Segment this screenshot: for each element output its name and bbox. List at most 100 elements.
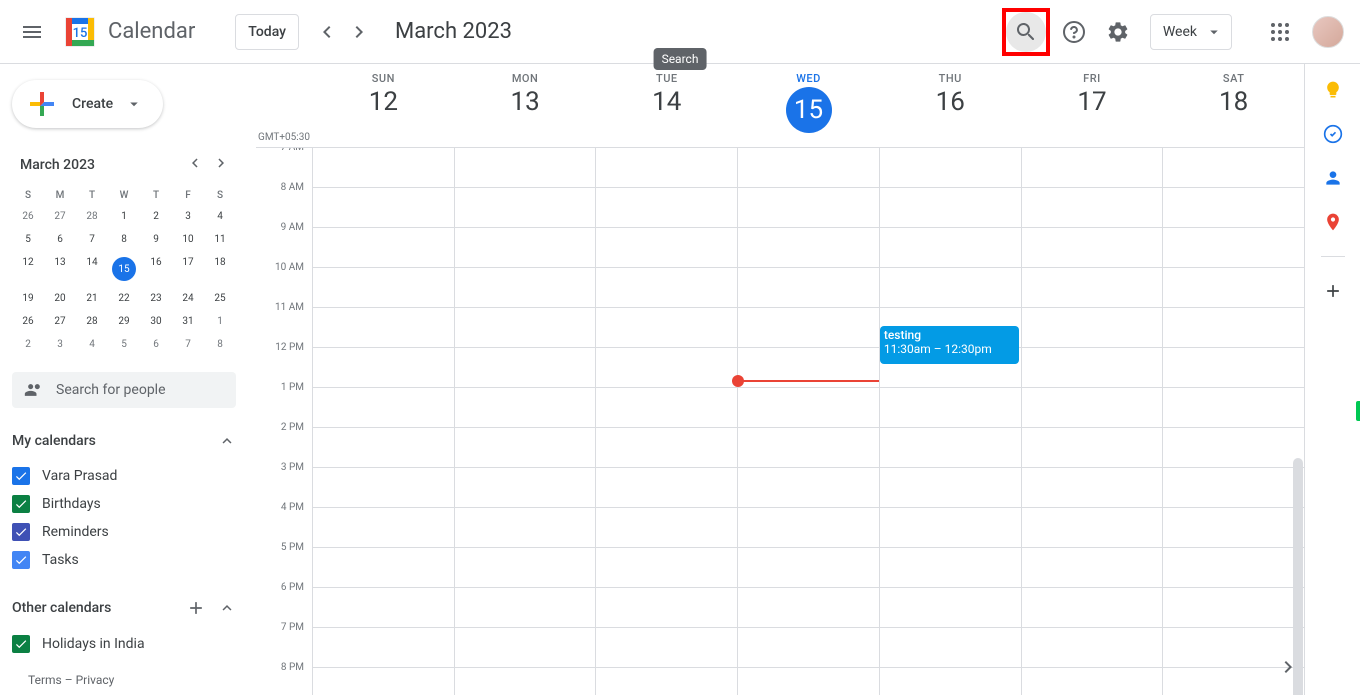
hour-cell[interactable] [313,348,454,388]
hour-cell[interactable] [313,428,454,468]
mini-cal-prev[interactable] [184,152,206,178]
mini-cal-day[interactable]: 3 [44,333,76,356]
today-button[interactable]: Today [235,14,299,50]
mini-cal-day[interactable]: 2 [12,333,44,356]
my-calendars-toggle[interactable]: My calendars [12,428,236,454]
search-button-highlighted[interactable]: Search [1002,8,1050,56]
hour-cell[interactable] [1022,268,1163,308]
day-header[interactable]: FRI17 [1021,64,1163,147]
mini-cal-day[interactable]: 8 [108,228,140,251]
mini-cal-day[interactable]: 11 [204,228,236,251]
hour-cell[interactable] [455,268,596,308]
hour-cell[interactable] [738,388,879,428]
next-period-button[interactable] [343,16,375,48]
calendar-item[interactable]: Holidays in India [12,630,236,658]
tasks-icon[interactable] [1323,124,1343,144]
day-column[interactable] [454,148,596,695]
hour-cell[interactable] [880,268,1021,308]
calendar-item[interactable]: Vara Prasad [12,462,236,490]
hour-cell[interactable] [738,588,879,628]
hour-cell[interactable] [596,308,737,348]
calendar-checkbox[interactable] [12,523,30,541]
day-column[interactable] [1021,148,1163,695]
mini-cal-day[interactable]: 20 [44,287,76,310]
mini-cal-day[interactable]: 28 [76,310,108,333]
calendar-checkbox[interactable] [12,495,30,513]
hour-cell[interactable] [1022,468,1163,508]
mini-cal-day[interactable]: 14 [76,251,108,287]
day-header[interactable]: SAT18 [1162,64,1304,147]
calendar-item[interactable]: Tasks [12,546,236,574]
hour-cell[interactable] [313,628,454,668]
day-column[interactable] [312,148,454,695]
hour-cell[interactable] [596,508,737,548]
mini-cal-day[interactable]: 4 [76,333,108,356]
mini-cal-day[interactable]: 6 [44,228,76,251]
hour-cell[interactable] [596,668,737,695]
hour-cell[interactable] [313,148,454,188]
hour-cell[interactable] [596,268,737,308]
mini-cal-day[interactable]: 29 [108,310,140,333]
mini-cal-day[interactable]: 4 [204,205,236,228]
hour-cell[interactable] [313,228,454,268]
hour-cell[interactable] [1163,468,1304,508]
calendar-item[interactable]: Reminders [12,518,236,546]
hour-cell[interactable] [596,148,737,188]
account-avatar[interactable] [1312,16,1344,48]
hour-cell[interactable] [738,428,879,468]
maps-icon[interactable] [1323,212,1343,232]
mini-cal-day[interactable]: 1 [108,205,140,228]
mini-cal-day[interactable]: 30 [140,310,172,333]
contacts-icon[interactable] [1323,168,1343,188]
mini-cal-day[interactable]: 27 [44,310,76,333]
hour-cell[interactable] [880,388,1021,428]
hour-cell[interactable] [738,628,879,668]
hour-cell[interactable] [1022,508,1163,548]
mini-cal-day[interactable]: 23 [140,287,172,310]
mini-cal-day[interactable]: 26 [12,205,44,228]
create-button[interactable]: Create [12,80,163,128]
mini-cal-day[interactable]: 26 [12,310,44,333]
mini-cal-day[interactable]: 24 [172,287,204,310]
calendar-checkbox[interactable] [12,551,30,569]
hour-cell[interactable] [455,628,596,668]
hour-cell[interactable] [455,428,596,468]
hour-cell[interactable] [1022,228,1163,268]
hour-cell[interactable] [1163,428,1304,468]
mini-cal-day[interactable]: 3 [172,205,204,228]
prev-period-button[interactable] [311,16,343,48]
show-side-panel-button[interactable] [1276,655,1300,683]
hour-cell[interactable] [455,388,596,428]
day-header[interactable]: WED15 [737,64,879,147]
hour-cell[interactable] [1022,628,1163,668]
other-calendars-toggle[interactable]: Other calendars [12,594,236,622]
hour-cell[interactable] [1022,588,1163,628]
hour-cell[interactable] [455,148,596,188]
mini-cal-day[interactable]: 1 [204,310,236,333]
hour-cell[interactable] [738,228,879,268]
hour-cell[interactable] [313,268,454,308]
day-column[interactable] [737,148,879,695]
day-header[interactable]: THU16 [879,64,1021,147]
google-apps-button[interactable] [1260,12,1300,52]
mini-cal-day[interactable]: 16 [140,251,172,287]
view-selector[interactable]: Week [1150,14,1232,50]
mini-cal-day[interactable]: 19 [12,287,44,310]
hour-cell[interactable] [455,188,596,228]
hour-cell[interactable] [1163,188,1304,228]
hour-cell[interactable] [455,508,596,548]
hour-cell[interactable] [313,468,454,508]
settings-button[interactable] [1098,12,1138,52]
calendar-item[interactable]: Birthdays [12,490,236,518]
hour-cell[interactable] [880,228,1021,268]
hour-cell[interactable] [738,148,879,188]
add-calendar-icon[interactable] [186,598,206,618]
mini-cal-day[interactable]: 22 [108,287,140,310]
hour-cell[interactable] [596,348,737,388]
mini-cal-day[interactable]: 25 [204,287,236,310]
hour-cell[interactable] [1022,428,1163,468]
day-header[interactable]: SUN12 [312,64,454,147]
terms-link[interactable]: Terms [28,673,62,687]
hour-cell[interactable] [738,268,879,308]
search-people-input[interactable]: Search for people [12,372,236,408]
